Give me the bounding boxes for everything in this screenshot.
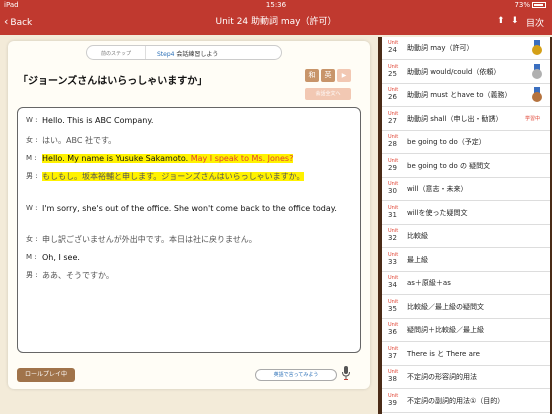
speaker-label: W : [26, 116, 38, 124]
unit-number: 38 [388, 375, 397, 383]
dialog-text: Oh, I see. [42, 253, 80, 262]
unit-title: 助動詞 may（許可） [407, 44, 474, 52]
unit-number: 34 [388, 281, 397, 289]
nav-bar: ‹ Back Unit 24 助動詞 may（許可） ⬆ ⬇ 目次 [0, 10, 552, 35]
speaker-label: 女 : [26, 235, 38, 243]
speaker-label: M : [26, 154, 37, 162]
unit-title: 不定詞の形容詞的用法 [407, 373, 477, 381]
lesson-card: 前のステップ Step4 会話練習しよう 「ジョーンズさんはいらっしゃいますか」… [8, 41, 370, 389]
speaker-label: W : [26, 204, 38, 212]
japanese-toggle-button[interactable]: 和 [305, 69, 319, 82]
unit-list-item[interactable]: Unit 24 助動詞 may（許可） [382, 37, 550, 60]
index-button[interactable]: 目次 [526, 16, 544, 29]
dialog-text: 申し訳ございませんが外出中です。本日は社に戻りません。 [42, 235, 257, 244]
unit-list-item[interactable]: Unit 25 助動詞 would/could（依頼） [382, 61, 550, 84]
unit-sidebar: Unit 24 助動詞 may（許可） Unit 25 助動詞 would/could（依… [378, 37, 552, 414]
dialog-text: もしもし。坂本裕輔と申します。ジョーンズさんはいらっしゃいますか。 [42, 172, 305, 181]
unit-list-item[interactable]: Unit 26 助動詞 must とhave to（義務） [382, 84, 550, 107]
unit-list-item[interactable]: Unit 39 不定詞の副詞的用法①（目的） [382, 390, 550, 413]
unit-list-item[interactable]: Unit 36 疑問詞＋比較級／最上級 [382, 319, 550, 342]
battery-status: 73% [514, 0, 546, 10]
play-button[interactable]: ▶ [337, 69, 351, 82]
current-step-number: Step4 [157, 51, 175, 58]
unit-title: 不定詞の副詞的用法①（目的） [407, 396, 505, 405]
dialog-text: ああ、そうですか。 [42, 271, 114, 280]
unit-list-item[interactable]: Unit 28 be going to do（予定） [382, 131, 550, 154]
unit-title: 最上級 [407, 255, 428, 264]
dialog-text: Hello. This is ABC Company. [42, 116, 154, 125]
unit-list-item[interactable]: Unit 31 willを使った疑問文 [382, 202, 550, 225]
unit-number: 39 [388, 398, 397, 407]
battery-icon [532, 2, 546, 8]
unit-title: 比較級 [407, 232, 428, 240]
unit-list-item[interactable]: Unit 34 as＋原級＋as [382, 272, 550, 295]
unit-number: 36 [388, 328, 397, 336]
unit-number: 24 [388, 46, 397, 54]
unit-number: 33 [388, 257, 397, 266]
unit-number: 27 [388, 116, 397, 125]
previous-step-button[interactable]: 前のステップ [101, 50, 131, 57]
unit-list-item[interactable]: Unit 27 助動詞 shall（申し出・勧誘） 学習中 [382, 108, 550, 131]
unit-list: Unit 24 助動詞 may（許可） Unit 25 助動詞 would/could（依… [382, 37, 550, 414]
medal-icon [532, 87, 542, 103]
arrow-down-icon[interactable]: ⬇ [511, 16, 519, 26]
unit-number: 37 [388, 351, 397, 360]
unit-list-item[interactable]: Unit 29 be going to do の 疑問文 [382, 155, 550, 178]
page-title: Unit 24 助動詞 may（許可） [215, 17, 337, 27]
dialog-key-sentence: May I speak to Ms. Jones? [190, 154, 294, 163]
unit-number: 25 [388, 69, 397, 78]
unit-list-item[interactable]: Unit 35 比較級／最上級の疑問文 [382, 296, 550, 319]
dialog-box: W : Hello. This is ABC Company. 女 : はい。A… [17, 107, 361, 353]
microphone-icon[interactable] [341, 366, 351, 381]
unit-number: 35 [388, 304, 397, 313]
unit-list-item[interactable]: Unit 32 比較級 [382, 225, 550, 248]
english-toggle-button[interactable]: 英 [321, 69, 335, 82]
unit-number: 29 [388, 163, 397, 172]
unit-title: will（意志・未来） [407, 185, 468, 193]
dialog-text: Hello. My name is Yusuke Sakamoto. [42, 154, 189, 163]
speaker-label: 女 : [26, 136, 38, 144]
dialog-text: I'm sorry, she's out of the office. She … [42, 204, 337, 213]
speaker-label: 男 : [26, 271, 38, 279]
unit-list-item[interactable]: Unit 33 最上級 [382, 249, 550, 272]
unit-title: willを使った疑問文 [407, 208, 468, 217]
unit-title: 疑問詞＋比較級／最上級 [407, 326, 484, 334]
unit-number: 28 [388, 140, 397, 148]
medal-icon [532, 40, 542, 56]
current-step: Step4 会話練習しよう [157, 49, 218, 58]
full-dialog-button[interactable]: 会話全文へ [305, 88, 351, 100]
step-divider [145, 46, 146, 59]
question-title: 「ジョーンズさんはいらっしゃいますか」 [18, 76, 208, 87]
unit-number: 32 [388, 234, 397, 242]
unit-title: 比較級／最上級の疑問文 [407, 302, 484, 311]
roleplay-button[interactable]: ロールプレイ中 [17, 368, 75, 382]
unit-list-item[interactable]: Unit 30 will（意志・未来） [382, 178, 550, 201]
unit-title: There is と There are [407, 349, 480, 358]
unit-title: 助動詞 must とhave to（義務） [407, 91, 512, 99]
unit-title: be going to do（予定） [407, 138, 486, 146]
status-bar: iPad 15:36 73% [0, 0, 552, 10]
unit-number: 30 [388, 187, 397, 195]
unit-list-item[interactable]: Unit 37 There is と There are [382, 343, 550, 366]
learning-badge: 学習中 [524, 115, 540, 122]
speaker-label: 男 : [26, 172, 38, 180]
medal-icon [532, 63, 542, 80]
arrow-up-icon[interactable]: ⬆ [497, 16, 505, 26]
unit-list-item[interactable]: Unit 38 不定詞の形容詞的用法 [382, 366, 550, 389]
battery-percent: 73% [514, 1, 530, 9]
step-indicator: 前のステップ Step4 会話練習しよう [86, 45, 282, 60]
current-step-label: 会話練習しよう [176, 51, 219, 58]
unit-title: be going to do の 疑問文 [407, 161, 491, 170]
unit-number: 26 [388, 93, 397, 101]
say-in-english-button[interactable]: 英語で言ってみよう [255, 369, 337, 381]
speaker-label: M : [26, 253, 37, 261]
clock: 15:36 [265, 1, 287, 9]
unit-title: as＋原級＋as [407, 279, 451, 287]
unit-number: 31 [388, 210, 397, 219]
dialog-text: はい。ABC 社です。 [42, 136, 117, 145]
unit-title: 助動詞 would/could（依頼） [407, 67, 501, 76]
unit-title: 助動詞 shall（申し出・勧誘） [407, 114, 503, 123]
